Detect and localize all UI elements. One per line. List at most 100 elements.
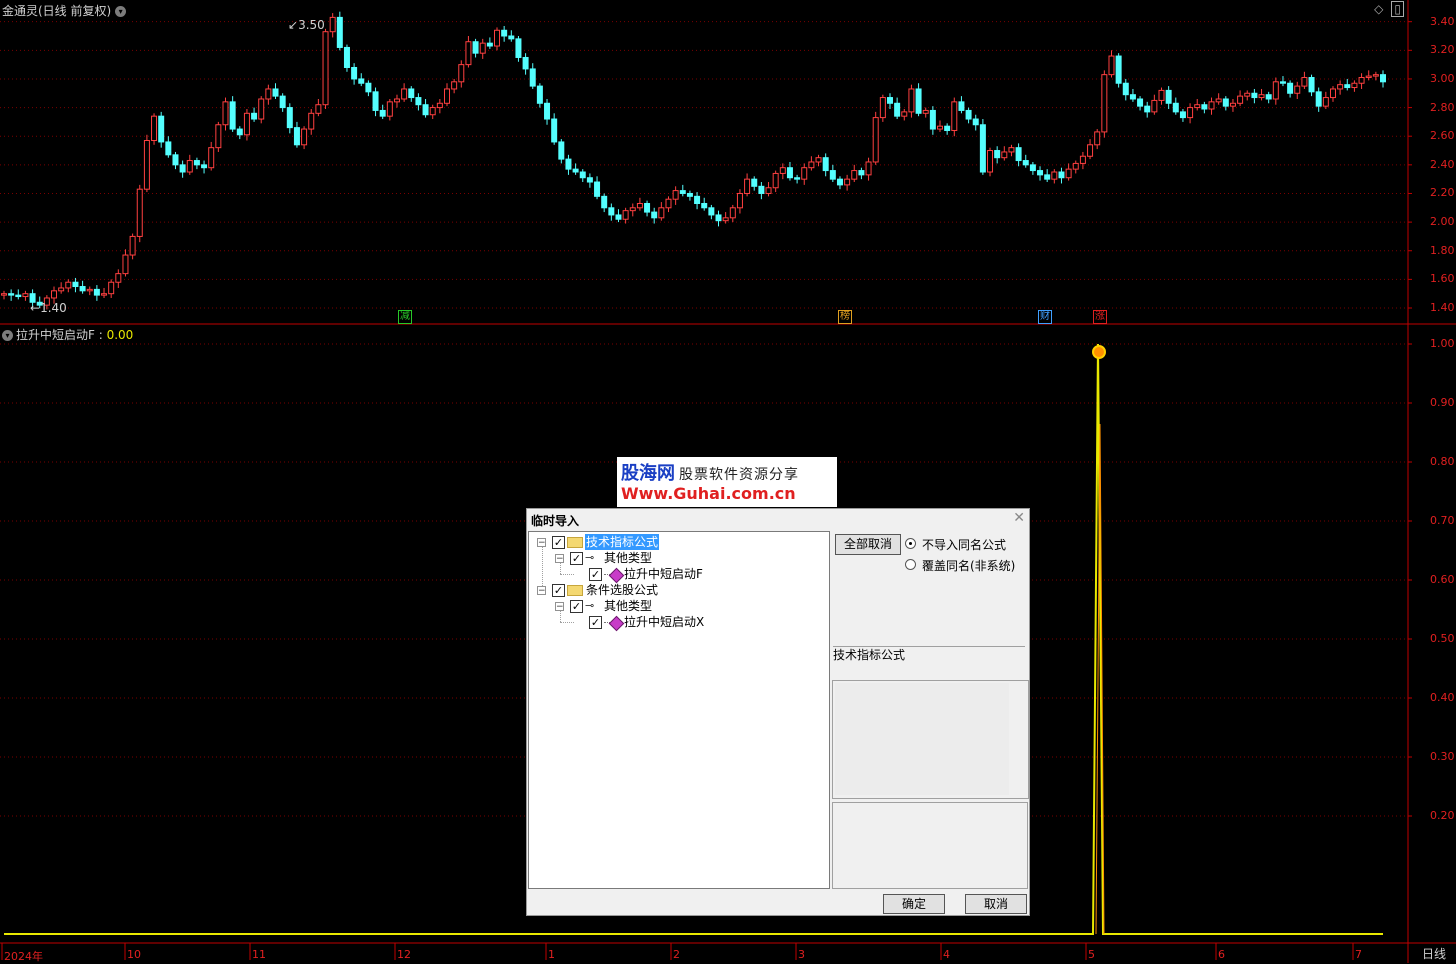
- collapse-icon[interactable]: −: [555, 602, 564, 612]
- radio-no-import-label[interactable]: 不导入同名公式: [922, 536, 1006, 553]
- ok-button[interactable]: 确定: [883, 894, 945, 914]
- tree-node-formula-x[interactable]: ✓ 拉升中短启动X: [529, 614, 829, 632]
- candle: [143, 140, 150, 190]
- candle: [65, 281, 72, 289]
- candle: [165, 141, 172, 156]
- tree-node-formula-f[interactable]: ✓ 拉升中短启动F: [529, 566, 829, 584]
- candle: [393, 98, 400, 103]
- radio-overwrite-label[interactable]: 覆盖同名(非系统): [922, 557, 1015, 574]
- signal-point: [1092, 345, 1106, 359]
- folder-icon: [567, 537, 583, 548]
- indicator-title-bar: ▾ 拉升中短启动F : 0.00: [2, 326, 133, 343]
- candle: [1022, 160, 1029, 166]
- candle: [1144, 105, 1151, 113]
- candles: [1, 11, 1386, 310]
- candle: [915, 88, 922, 114]
- checkbox-checked[interactable]: ✓: [570, 552, 583, 565]
- formula-tree[interactable]: − ✓ 技术指标公式 − ✓ ⊸ 其他类型 ✓ 拉升中短启动F − ✓ 条件选股…: [528, 531, 830, 889]
- chevron-down-icon[interactable]: ▾: [2, 330, 13, 341]
- checkbox-checked[interactable]: ✓: [589, 568, 602, 581]
- tree-node-label: 拉升中短启动X: [624, 615, 705, 629]
- close-icon[interactable]: ✕: [1013, 510, 1025, 526]
- candle: [751, 178, 758, 187]
- tree-node-other-type[interactable]: − ✓ ⊸ 其他类型: [529, 550, 829, 566]
- candle: [879, 97, 886, 119]
- candle: [515, 38, 522, 58]
- candle: [772, 172, 779, 189]
- candle: [236, 128, 243, 136]
- candle: [122, 254, 129, 275]
- tree-node-stock-filter[interactable]: − ✓ 条件选股公式: [529, 582, 829, 598]
- deselect-all-button[interactable]: 全部取消: [835, 534, 901, 555]
- candle: [1308, 77, 1315, 93]
- candle: [1194, 104, 1201, 109]
- checkbox-checked[interactable]: ✓: [570, 600, 583, 613]
- candle: [672, 190, 679, 200]
- candle: [1058, 171, 1065, 179]
- candle: [51, 290, 58, 299]
- date-label: 7: [1355, 948, 1362, 961]
- collapse-icon[interactable]: −: [537, 538, 546, 548]
- candle: [794, 177, 801, 180]
- candle: [1094, 131, 1101, 146]
- candle: [729, 207, 736, 219]
- watermark-tagline: 股票软件资源分享: [679, 467, 799, 483]
- candle: [1, 293, 7, 296]
- collapse-icon[interactable]: −: [555, 554, 564, 564]
- checkbox-checked[interactable]: ✓: [552, 584, 565, 597]
- chevron-down-icon[interactable]: ▾: [115, 6, 127, 17]
- price-tick-label: 3.00: [1430, 71, 1455, 85]
- candle: [865, 161, 872, 176]
- candle: [1365, 75, 1372, 79]
- cancel-button[interactable]: 取消: [965, 894, 1027, 914]
- candle: [208, 147, 215, 169]
- candle: [822, 157, 829, 172]
- tree-node-label: 技术指标公式: [585, 534, 660, 550]
- event-marker[interactable]: 财: [1038, 310, 1052, 324]
- candle: [679, 190, 686, 194]
- indicator-tick-label: 1.00: [1430, 337, 1455, 350]
- candle: [1179, 111, 1186, 119]
- dialog-titlebar[interactable]: 临时导入 ✕: [527, 509, 1029, 529]
- candle: [815, 157, 822, 163]
- period-label[interactable]: 日线: [1422, 945, 1446, 962]
- event-marker[interactable]: 涨: [1093, 310, 1107, 324]
- price-tick-label: 2.80: [1430, 100, 1455, 114]
- diamond-icon[interactable]: ◇: [1374, 2, 1383, 16]
- indicator-tick-label: 0.80: [1430, 455, 1455, 468]
- candle: [372, 91, 379, 111]
- event-marker[interactable]: 减: [398, 310, 412, 324]
- candle: [758, 185, 765, 194]
- split-view-icon[interactable]: ▯: [1391, 1, 1404, 17]
- radio-no-import[interactable]: [905, 538, 916, 549]
- candle: [243, 112, 250, 136]
- description-panel: [832, 802, 1028, 889]
- candle: [265, 88, 272, 100]
- candle: [1251, 92, 1258, 99]
- candle: [994, 150, 1001, 159]
- candle: [765, 187, 772, 194]
- candle: [572, 168, 579, 173]
- candle: [1344, 84, 1351, 89]
- date-label: 4: [943, 948, 950, 961]
- candle: [1137, 98, 1144, 107]
- tree-node-tech-formula[interactable]: − ✓ 技术指标公式: [529, 534, 829, 550]
- tree-node-other-type[interactable]: − ✓ ⊸ 其他类型: [529, 598, 829, 614]
- checkbox-checked[interactable]: ✓: [589, 616, 602, 629]
- date-label: 12: [397, 948, 411, 961]
- collapse-icon[interactable]: −: [537, 586, 546, 596]
- radio-overwrite[interactable]: [905, 559, 916, 570]
- candle: [401, 88, 408, 100]
- candle: [1044, 174, 1051, 180]
- candle: [1358, 77, 1365, 84]
- candle: [1015, 147, 1022, 162]
- candle: [1079, 155, 1086, 164]
- info-panel-body: [835, 683, 1009, 795]
- event-marker[interactable]: 榜: [838, 310, 852, 324]
- candle: [79, 286, 86, 292]
- candle: [258, 98, 265, 120]
- candle: [494, 29, 501, 47]
- candle: [1101, 74, 1108, 133]
- checkbox-checked[interactable]: ✓: [552, 536, 565, 549]
- price-tick-label: 1.40: [1430, 301, 1455, 314]
